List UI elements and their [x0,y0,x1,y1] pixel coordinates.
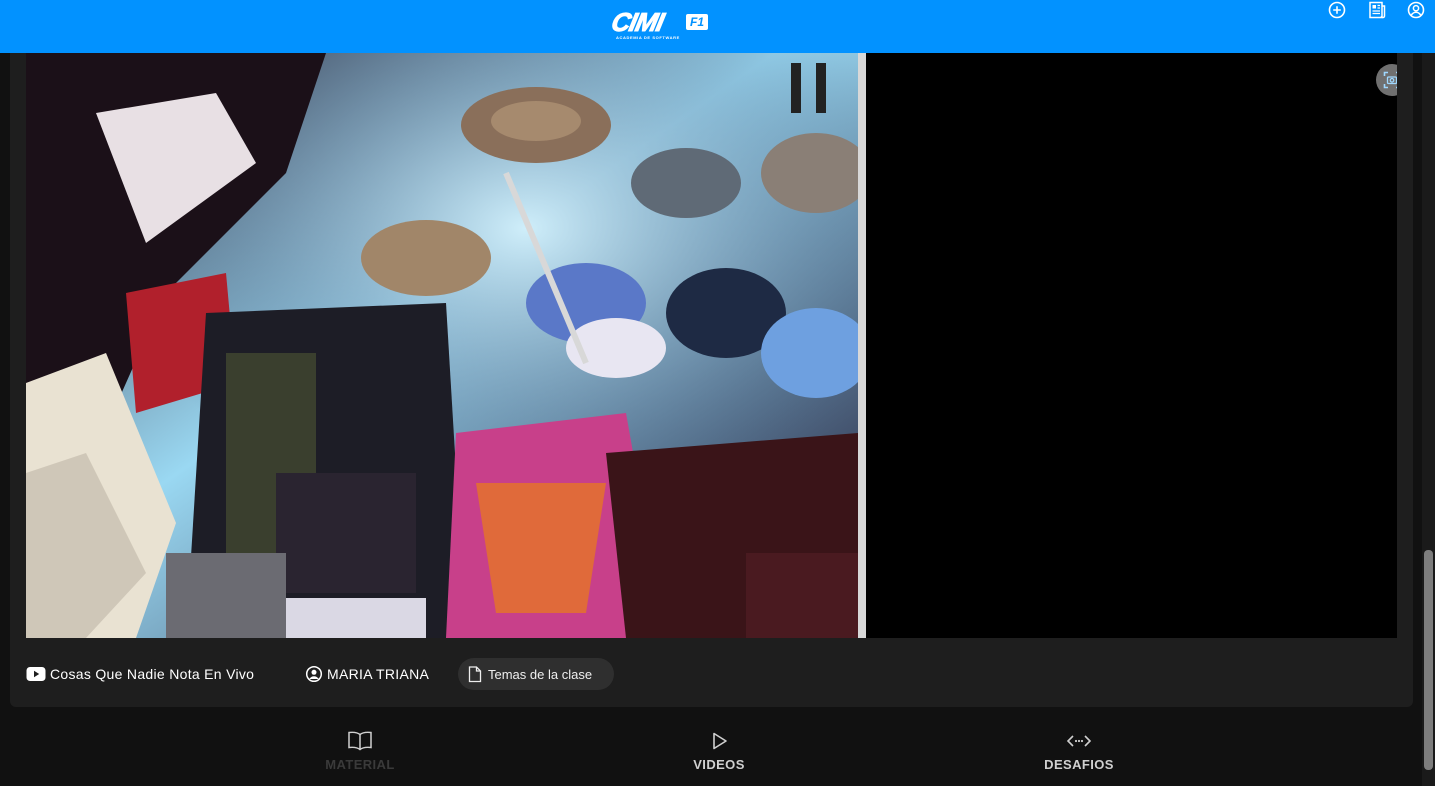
top-app-bar: CIMI F1 ACADEMIA DE SOFTWARE [0,0,1435,53]
logo-badge: F1 [686,14,708,30]
youtube-icon [26,667,46,681]
instructor-item: MARIA TRIANA [305,657,429,691]
lesson-card: Cosas Que Nadie Nota En Vivo MARIA TRIAN… [10,53,1413,707]
screenshot-camera-button[interactable] [1376,64,1397,96]
play-icon [713,732,727,750]
cimi-logo[interactable]: CIMI F1 ACADEMIA DE SOFTWARE [608,7,710,44]
tab-material[interactable]: MATERIAL [280,720,440,780]
page-scrollbar[interactable] [1422,53,1435,786]
video-player[interactable] [26,53,1397,638]
topics-chip[interactable]: Temas de la clase [458,658,614,690]
video-frame-image [26,53,858,638]
screenshot-camera-icon [1383,71,1397,89]
video-title: Cosas Que Nadie Nota En Vivo [50,666,255,682]
account-circle-icon[interactable] [1406,0,1426,20]
video-meta-row: Cosas Que Nadie Nota En Vivo MARIA TRIAN… [26,657,1326,691]
account-circle-icon [305,665,323,683]
scrollbar-thumb[interactable] [1424,550,1433,770]
logo-word: CIMI [608,7,667,38]
bottom-navigation: MATERIAL VIDEOS DESAFIOS [0,720,1422,786]
tab-desafios-label: DESAFIOS [1044,757,1114,772]
document-icon [468,665,482,682]
video-frame-border [858,53,866,638]
logo-subtitle: ACADEMIA DE SOFTWARE [616,35,680,40]
topics-chip-label: Temas de la clase [488,666,593,682]
book-open-icon [348,731,372,751]
tab-material-label: MATERIAL [325,757,395,772]
video-title-item: Cosas Que Nadie Nota En Vivo [26,657,254,691]
instructor-name: MARIA TRIANA [327,666,430,682]
tab-desafios[interactable]: DESAFIOS [999,720,1159,780]
tab-videos[interactable]: VIDEOS [639,720,799,780]
code-arrows-icon [1066,735,1092,747]
add-circle-icon[interactable] [1327,0,1347,20]
newspaper-icon[interactable] [1367,0,1387,20]
tab-videos-label: VIDEOS [693,757,745,772]
